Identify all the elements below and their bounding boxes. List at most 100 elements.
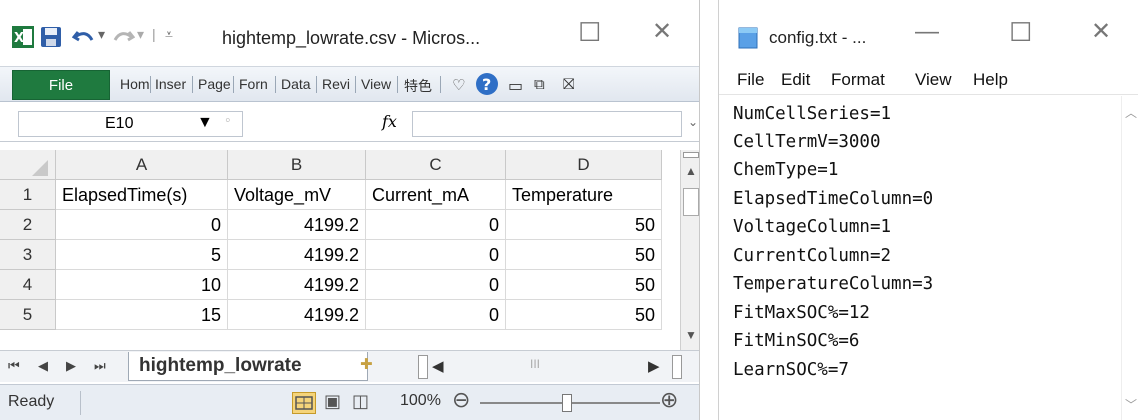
normal-view-icon[interactable] bbox=[292, 392, 316, 414]
table-cell[interactable]: 10 bbox=[56, 270, 228, 300]
restore-window-icon[interactable]: ⧉ bbox=[534, 76, 545, 93]
column-header-c[interactable]: C bbox=[366, 150, 506, 180]
close-icon[interactable]: ✕ bbox=[652, 20, 672, 44]
row-header[interactable]: 5 bbox=[0, 300, 56, 330]
zoom-level[interactable]: 100% bbox=[400, 392, 441, 410]
table-cell[interactable]: 50 bbox=[506, 300, 662, 330]
table-cell[interactable]: 15 bbox=[56, 300, 228, 330]
row-header[interactable]: 2 bbox=[0, 210, 56, 240]
zoom-slider-thumb[interactable] bbox=[562, 394, 572, 412]
hscroll-grip-icon: III bbox=[530, 357, 541, 371]
table-cell[interactable]: 0 bbox=[56, 210, 228, 240]
restore-icon[interactable]: ☐ bbox=[578, 19, 601, 45]
scroll-up-icon[interactable]: ▲ bbox=[685, 164, 697, 178]
scroll-thumb[interactable] bbox=[683, 188, 699, 216]
insert-function-icon[interactable]: fx bbox=[382, 112, 397, 131]
tab-data[interactable]: Data bbox=[281, 76, 311, 92]
redo-dropdown-icon[interactable]: ▾ bbox=[137, 26, 144, 43]
tab-special[interactable]: 特色 bbox=[404, 76, 432, 96]
undo-icon[interactable] bbox=[72, 26, 96, 48]
name-box[interactable]: E10 ▼ ◦ bbox=[18, 111, 243, 137]
excel-app-icon[interactable]: X bbox=[12, 26, 34, 48]
menu-view[interactable]: View bbox=[915, 70, 952, 90]
text-editor[interactable]: NumCellSeries=1 CellTermV=3000 ChemType=… bbox=[733, 98, 1113, 418]
insert-sheet-icon[interactable]: ✚ bbox=[360, 355, 373, 373]
vertical-scrollbar[interactable]: ▲ ▼ bbox=[680, 150, 699, 350]
table-cell[interactable]: ElapsedTime(s) bbox=[56, 180, 228, 210]
tab-split-handle[interactable] bbox=[418, 355, 428, 379]
split-handle[interactable] bbox=[683, 152, 699, 158]
menu-help[interactable]: Help bbox=[973, 70, 1008, 90]
sheet-tab[interactable]: hightemp_lowrate bbox=[128, 352, 368, 381]
table-cell[interactable]: 50 bbox=[506, 270, 662, 300]
scroll-down-icon[interactable]: ﹀ bbox=[1125, 396, 1137, 413]
column-header-a[interactable]: A bbox=[56, 150, 228, 180]
tab-page[interactable]: Page bbox=[198, 76, 231, 92]
notepad-app-icon[interactable] bbox=[737, 26, 759, 50]
customize-quick-access-icon[interactable]: ⩡ bbox=[165, 26, 173, 43]
next-sheet-icon[interactable]: ▶ bbox=[66, 358, 76, 374]
scroll-up-icon[interactable]: ︿ bbox=[1125, 104, 1137, 121]
tab-insert[interactable]: Inser bbox=[155, 76, 186, 92]
table-cell[interactable]: 5 bbox=[56, 240, 228, 270]
redo-icon[interactable] bbox=[113, 26, 135, 48]
table-cell[interactable]: 0 bbox=[366, 300, 506, 330]
table-cell[interactable]: 4199.2 bbox=[228, 270, 366, 300]
vertical-scrollbar[interactable]: ︿ ﹀ bbox=[1121, 96, 1138, 420]
tab-review[interactable]: Revi bbox=[322, 76, 350, 92]
column-header-d[interactable]: D bbox=[506, 150, 662, 180]
page-layout-view-icon[interactable]: ▣ bbox=[324, 391, 341, 412]
select-all-corner[interactable] bbox=[0, 150, 56, 180]
first-sheet-icon[interactable]: ⏮ bbox=[8, 358, 20, 374]
table-cell[interactable]: 0 bbox=[366, 270, 506, 300]
undo-dropdown-icon[interactable]: ▾ bbox=[98, 26, 105, 43]
minimize-icon[interactable]: — bbox=[915, 20, 939, 44]
tab-formulas[interactable]: Forn bbox=[239, 76, 268, 92]
hscroll-end bbox=[672, 355, 682, 379]
table-cell[interactable]: 50 bbox=[506, 210, 662, 240]
table-cell[interactable]: 4199.2 bbox=[228, 300, 366, 330]
table-cell[interactable]: Temperature bbox=[506, 180, 662, 210]
separator bbox=[355, 76, 356, 93]
scroll-left-icon[interactable]: ◀ bbox=[432, 357, 444, 375]
file-tab[interactable]: File bbox=[12, 70, 110, 100]
maximize-icon[interactable]: ☐ bbox=[1009, 19, 1032, 45]
close-icon[interactable]: ✕ bbox=[1091, 20, 1111, 44]
prev-sheet-icon[interactable]: ◀ bbox=[38, 358, 48, 374]
notepad-window: config.txt - ... — ☐ ✕ File Edit Format … bbox=[718, 0, 1138, 420]
expand-formula-icon[interactable]: ⌄ bbox=[688, 115, 698, 129]
zoom-in-icon[interactable]: ⊕ bbox=[660, 387, 678, 413]
row-header[interactable]: 1 bbox=[0, 180, 56, 210]
table-cell[interactable]: 50 bbox=[506, 240, 662, 270]
save-icon[interactable] bbox=[40, 26, 62, 48]
menu-edit[interactable]: Edit bbox=[781, 70, 810, 90]
page-break-view-icon[interactable]: ◫ bbox=[352, 391, 369, 412]
menu-format[interactable]: Format bbox=[831, 70, 885, 90]
minimize-ribbon-icon[interactable]: ▭ bbox=[508, 76, 523, 96]
tab-home[interactable]: Hom bbox=[120, 76, 150, 92]
zoom-out-icon[interactable]: ⊖ bbox=[452, 387, 470, 413]
heart-icon[interactable]: ♡ bbox=[452, 76, 465, 94]
row-header[interactable]: 3 bbox=[0, 240, 56, 270]
table-cell[interactable]: 4199.2 bbox=[228, 240, 366, 270]
table-cell[interactable]: 4199.2 bbox=[228, 210, 366, 240]
last-sheet-icon[interactable]: ⏭ bbox=[94, 358, 106, 374]
separator: | bbox=[152, 26, 156, 42]
scroll-right-icon[interactable]: ▶ bbox=[648, 357, 660, 375]
formula-input[interactable] bbox=[412, 111, 682, 137]
row-header[interactable]: 4 bbox=[0, 270, 56, 300]
menu-file[interactable]: File bbox=[737, 70, 764, 90]
name-box-dropdown-icon[interactable]: ▼ bbox=[197, 114, 213, 132]
table-cell[interactable]: 0 bbox=[366, 240, 506, 270]
tab-view[interactable]: View bbox=[361, 76, 391, 92]
table-cell[interactable]: Voltage_mV bbox=[228, 180, 366, 210]
help-icon[interactable]: ? bbox=[475, 72, 499, 96]
table-cell[interactable]: Current_mA bbox=[366, 180, 506, 210]
separator bbox=[316, 76, 317, 93]
close-workbook-icon[interactable]: ⛝ bbox=[563, 76, 574, 93]
column-header-b[interactable]: B bbox=[228, 150, 366, 180]
text-line: FitMinSOC%=6 bbox=[733, 331, 860, 351]
table-cell[interactable]: 0 bbox=[366, 210, 506, 240]
excel-window: X ▾ ▾ | ⩡ hightemp_lowrate.csv - Micros.… bbox=[0, 0, 700, 420]
scroll-down-icon[interactable]: ▼ bbox=[685, 328, 697, 342]
